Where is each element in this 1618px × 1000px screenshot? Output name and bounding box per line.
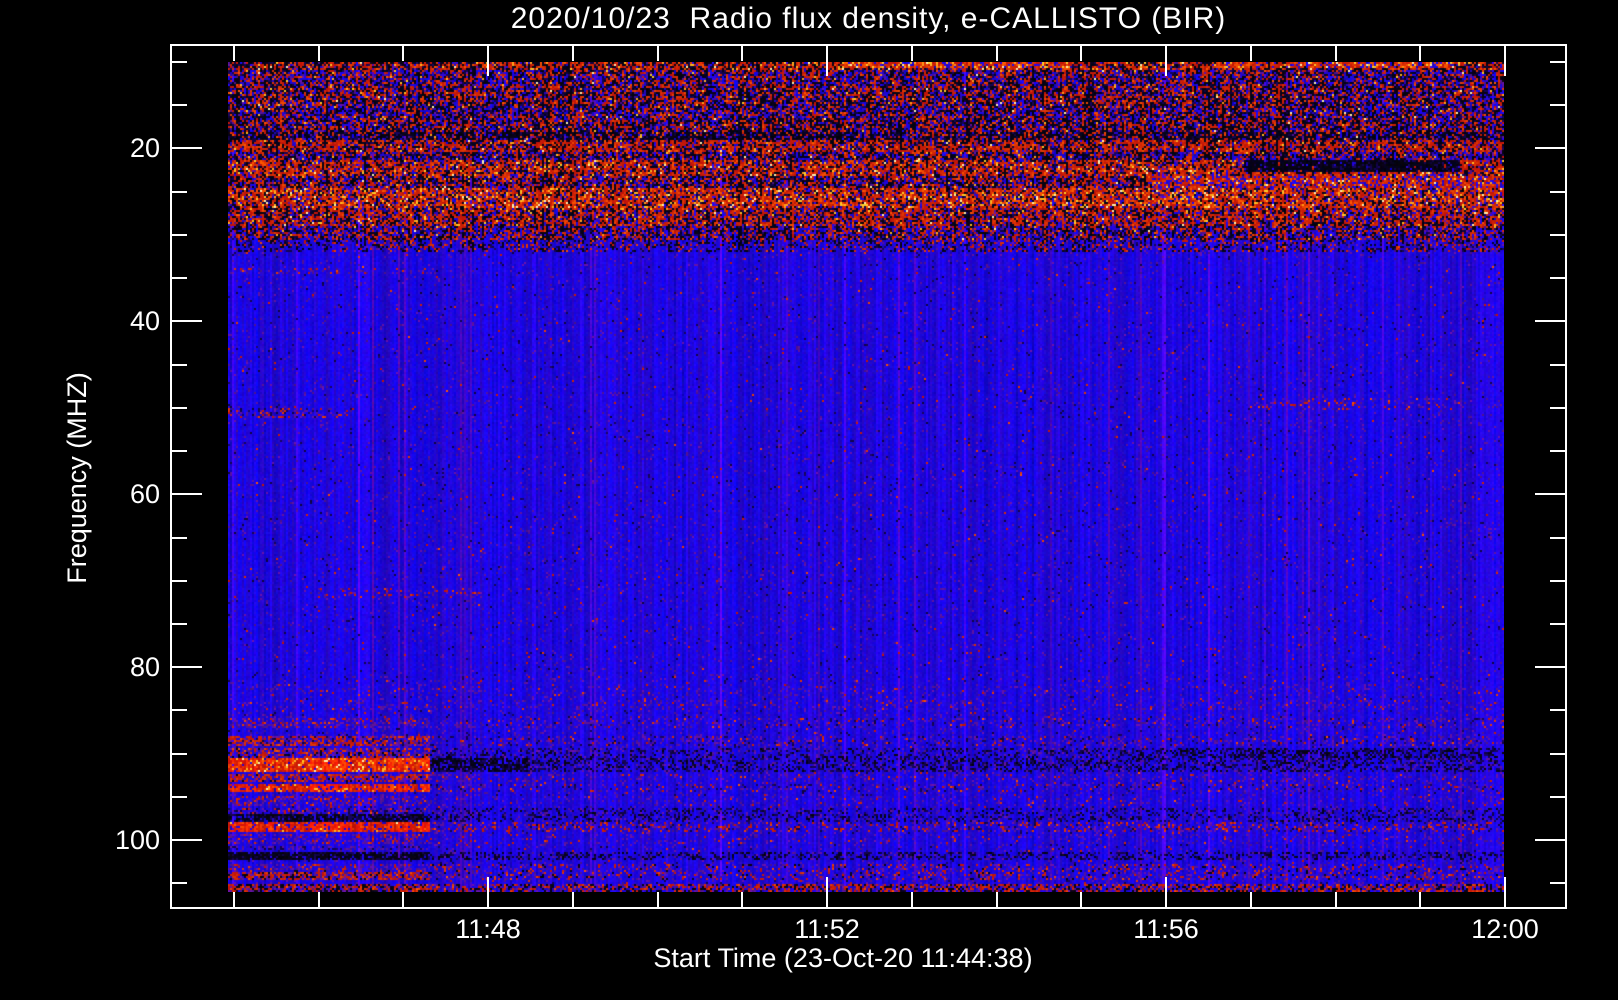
x-tick-label: 11:52 — [794, 914, 860, 944]
y-tick — [172, 580, 187, 582]
x-tick — [1165, 877, 1167, 907]
y-tick — [1550, 61, 1565, 63]
x-tick — [487, 877, 489, 907]
x-tick — [657, 46, 659, 61]
y-tick — [1535, 493, 1565, 495]
y-tick — [1550, 104, 1565, 106]
y-tick — [1550, 537, 1565, 539]
x-tick — [1419, 46, 1421, 61]
x-tick — [1250, 892, 1252, 907]
y-tick — [172, 796, 187, 798]
x-tick — [1080, 892, 1082, 907]
y-tick — [172, 277, 187, 279]
y-tick — [1550, 623, 1565, 625]
y-tick — [172, 320, 202, 322]
y-tick — [172, 839, 202, 841]
x-tick — [1335, 46, 1337, 61]
x-tick — [826, 877, 828, 907]
y-tick — [172, 882, 187, 884]
y-tick — [1550, 364, 1565, 366]
y-tick — [172, 191, 187, 193]
x-tick — [1080, 46, 1082, 61]
y-tick — [1550, 234, 1565, 236]
x-tick — [318, 892, 320, 907]
x-tick — [318, 46, 320, 61]
x-tick — [1250, 46, 1252, 61]
x-tick — [1165, 46, 1167, 76]
y-tick — [172, 147, 202, 149]
y-tick — [1550, 882, 1565, 884]
y-tick-label: 60 — [129, 479, 160, 509]
x-tick — [233, 46, 235, 61]
x-tick — [996, 46, 998, 61]
y-axis-title: Frequency (MHZ) — [62, 372, 92, 584]
y-tick — [172, 61, 187, 63]
y-tick — [172, 104, 187, 106]
x-tick — [233, 892, 235, 907]
y-tick — [172, 493, 202, 495]
x-tick — [1504, 877, 1506, 907]
y-tick — [172, 753, 187, 755]
chart-title: 2020/10/23 Radio flux density, e-CALLIST… — [510, 2, 1227, 35]
y-tick — [1535, 839, 1565, 841]
x-tick — [1504, 46, 1506, 76]
y-tick — [1550, 450, 1565, 452]
y-tick-label: 40 — [129, 306, 160, 336]
y-tick — [1550, 796, 1565, 798]
y-tick — [1550, 407, 1565, 409]
x-tick — [741, 892, 743, 907]
y-tick — [1550, 753, 1565, 755]
y-tick — [172, 537, 187, 539]
x-tick — [487, 46, 489, 76]
x-tick — [572, 892, 574, 907]
y-tick — [172, 666, 202, 668]
x-tick — [402, 46, 404, 61]
x-tick-label: 11:48 — [455, 914, 521, 944]
x-tick — [1419, 892, 1421, 907]
x-axis-title: Start Time (23-Oct-20 11:44:38) — [653, 943, 1033, 973]
y-tick-label: 80 — [129, 652, 160, 682]
spectrogram-page: 2020/10/23 Radio flux density, e-CALLIST… — [0, 0, 1618, 1000]
plot-frame — [170, 44, 1567, 909]
y-tick — [1535, 320, 1565, 322]
x-tick — [741, 46, 743, 61]
y-tick — [172, 623, 187, 625]
y-tick — [172, 364, 187, 366]
x-tick — [657, 892, 659, 907]
y-tick — [1550, 191, 1565, 193]
y-tick — [172, 450, 187, 452]
y-tick — [1550, 277, 1565, 279]
x-tick — [996, 892, 998, 907]
x-tick-label: 11:56 — [1133, 914, 1199, 944]
x-tick-label: 12:00 — [1471, 914, 1539, 944]
x-tick — [1335, 892, 1337, 907]
y-tick — [172, 234, 187, 236]
y-tick-label: 100 — [114, 825, 160, 855]
y-tick — [1550, 709, 1565, 711]
x-tick — [911, 46, 913, 61]
x-tick — [402, 892, 404, 907]
x-tick — [572, 46, 574, 61]
y-tick — [1535, 147, 1565, 149]
x-tick — [826, 46, 828, 76]
y-tick — [172, 709, 187, 711]
y-tick — [172, 407, 187, 409]
y-tick — [1550, 580, 1565, 582]
y-tick — [1535, 666, 1565, 668]
y-tick-label: 20 — [129, 133, 160, 163]
x-tick — [911, 892, 913, 907]
